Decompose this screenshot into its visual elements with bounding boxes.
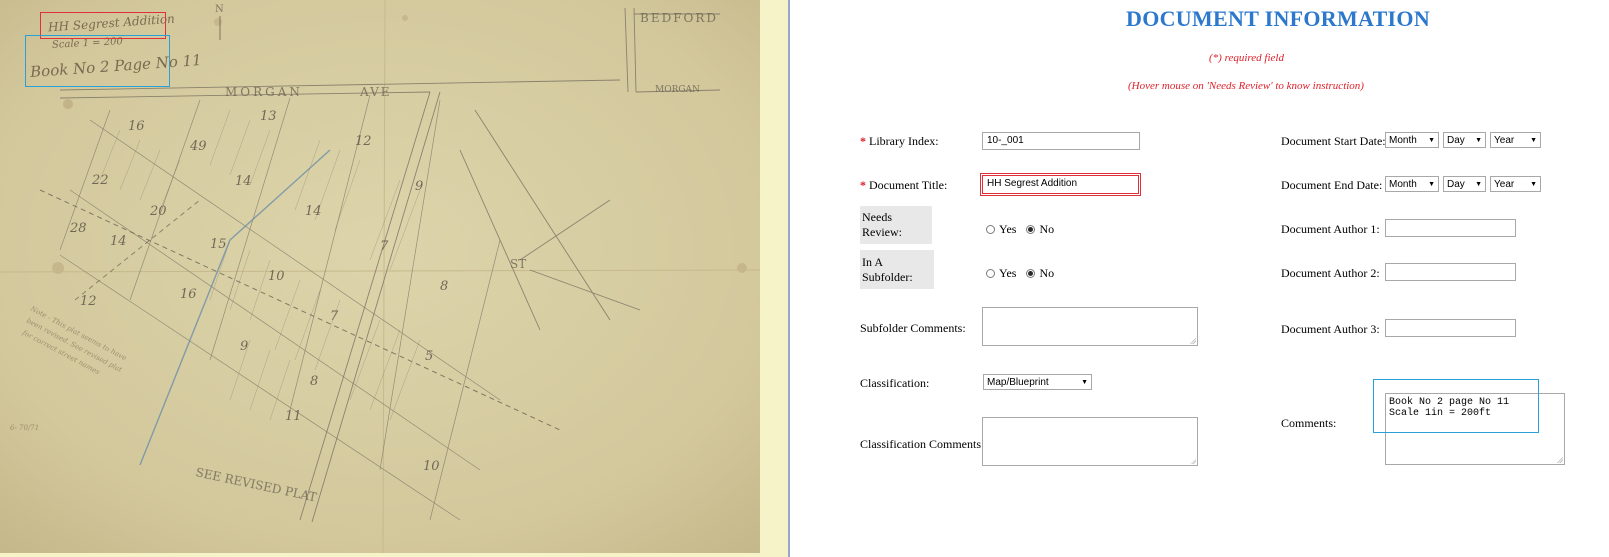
svg-text:15: 15 [210, 237, 227, 252]
classification-label: Classification: [860, 376, 930, 390]
comments-line-1: Book No 2 page No 11 [1389, 397, 1510, 408]
chevron-down-icon: ▼ [1530, 180, 1537, 188]
library-index-label: * Library Index: [860, 134, 939, 148]
svg-text:8: 8 [310, 374, 318, 389]
resize-grip-icon[interactable] [1190, 458, 1196, 464]
comments-label: Comments: [1281, 416, 1337, 430]
viewer-divider [788, 0, 790, 557]
start-year-select[interactable]: Year ▼ [1490, 132, 1541, 148]
in-subfolder-label: In A Subfolder: [860, 250, 934, 289]
required-marker: * [860, 134, 866, 148]
svg-text:13: 13 [260, 109, 277, 124]
needs-review-radio-group: Yes No [986, 222, 1064, 237]
required-field-note: (*) required field [1209, 52, 1284, 64]
subfolder-comments-textarea[interactable] [982, 307, 1198, 346]
end-month-value: Month [1389, 178, 1417, 190]
needs-review-yes-label[interactable]: Yes [999, 222, 1016, 237]
chevron-down-icon: ▼ [1530, 136, 1537, 144]
end-month-select[interactable]: Month ▼ [1385, 176, 1439, 192]
chevron-down-icon: ▼ [1428, 136, 1435, 144]
svg-text:BEDFORD: BEDFORD [640, 11, 718, 25]
author2-label: Document Author 2: [1281, 266, 1380, 280]
svg-text:11: 11 [285, 409, 302, 424]
chevron-down-icon: ▼ [1081, 378, 1088, 386]
required-marker: * [860, 178, 866, 192]
svg-text:5: 5 [425, 349, 433, 364]
in-subfolder-yes-label[interactable]: Yes [999, 266, 1016, 281]
page-title: DOCUMENT INFORMATION [1126, 6, 1431, 31]
needs-review-no-radio[interactable] [1026, 225, 1036, 234]
svg-text:6- 70/71: 6- 70/71 [10, 424, 39, 432]
start-year-value: Year [1494, 134, 1515, 146]
svg-text:9: 9 [415, 179, 423, 194]
author2-input[interactable] [1385, 263, 1516, 281]
start-date-label: Document Start Date: [1281, 134, 1386, 148]
svg-text:ST: ST [510, 257, 526, 271]
in-subfolder-radio-group: Yes No [986, 266, 1064, 281]
end-year-select[interactable]: Year ▼ [1490, 176, 1541, 192]
svg-text:7: 7 [380, 239, 389, 254]
classification-value: Map/Blueprint [987, 376, 1049, 388]
classification-select[interactable]: Map/Blueprint ▼ [983, 374, 1092, 390]
needs-review-yes-radio[interactable] [986, 225, 995, 234]
hover-instruction-note: (Hover mouse on 'Needs Review' to know i… [1128, 80, 1364, 92]
in-subfolder-no-label[interactable]: No [1039, 266, 1054, 281]
end-year-value: Year [1494, 178, 1515, 190]
document-title-input[interactable]: HH Segrest Addition [980, 173, 1141, 196]
svg-text:7: 7 [330, 309, 339, 324]
end-date-label: Document End Date: [1281, 178, 1383, 192]
library-index-input[interactable]: 10-_001 [982, 132, 1140, 150]
chevron-down-icon: ▼ [1475, 180, 1482, 188]
svg-text:10: 10 [268, 269, 285, 284]
comments-textarea[interactable]: Book No 2 page No 11 Scale 1in = 200ft [1385, 393, 1565, 465]
document-title-label: * Document Title: [860, 178, 948, 192]
resize-grip-icon[interactable] [1190, 338, 1196, 344]
classification-comments-textarea[interactable] [982, 417, 1198, 466]
author3-label: Document Author 3: [1281, 322, 1380, 336]
needs-review-no-label[interactable]: No [1039, 222, 1054, 237]
svg-text:14: 14 [305, 204, 322, 219]
subfolder-comments-label: Subfolder Comments: [860, 321, 966, 335]
start-day-select[interactable]: Day ▼ [1443, 132, 1486, 148]
scanned-map-image: 16 49 13 22 20 14 12 9 28 14 15 14 16 10 7 8 9 7 8 11… [0, 0, 780, 553]
svg-text:12: 12 [80, 294, 97, 309]
author1-label: Document Author 1: [1281, 222, 1380, 236]
svg-text:16: 16 [180, 287, 197, 302]
end-day-value: Day [1447, 178, 1465, 190]
svg-text:9: 9 [240, 339, 248, 354]
svg-text:MORGAN: MORGAN [655, 85, 700, 95]
start-month-value: Month [1389, 134, 1417, 146]
author3-input[interactable] [1385, 319, 1516, 337]
classification-comments-label: Classification Comments: [860, 437, 985, 451]
svg-text:14: 14 [110, 234, 127, 249]
chevron-down-icon: ▼ [1428, 180, 1435, 188]
in-subfolder-no-radio[interactable] [1026, 269, 1036, 278]
start-month-select[interactable]: Month ▼ [1385, 132, 1439, 148]
svg-text:49: 49 [189, 139, 207, 154]
chevron-down-icon: ▼ [1475, 136, 1482, 144]
svg-text:N: N [215, 4, 224, 15]
start-day-value: Day [1447, 134, 1465, 146]
svg-text:10: 10 [423, 459, 440, 474]
svg-text:22: 22 [91, 173, 109, 188]
svg-text:AVE: AVE [359, 85, 392, 99]
needs-review-label[interactable]: Needs Review: [860, 206, 932, 244]
svg-text:12: 12 [355, 134, 372, 149]
end-day-select[interactable]: Day ▼ [1443, 176, 1486, 192]
comments-line-2: Scale 1in = 200ft [1389, 408, 1492, 419]
svg-text:MORGAN: MORGAN [225, 85, 303, 99]
svg-text:28: 28 [69, 221, 87, 236]
svg-text:20: 20 [149, 204, 167, 219]
svg-text:8: 8 [440, 279, 448, 294]
document-image-viewer: 16 49 13 22 20 14 12 9 28 14 15 14 16 10 7 8 9 7 8 11… [0, 0, 790, 557]
author1-input[interactable] [1385, 219, 1516, 237]
svg-text:16: 16 [128, 119, 145, 134]
in-subfolder-yes-radio[interactable] [986, 269, 995, 278]
svg-text:14: 14 [235, 174, 252, 189]
resize-grip-icon[interactable] [1557, 457, 1563, 463]
